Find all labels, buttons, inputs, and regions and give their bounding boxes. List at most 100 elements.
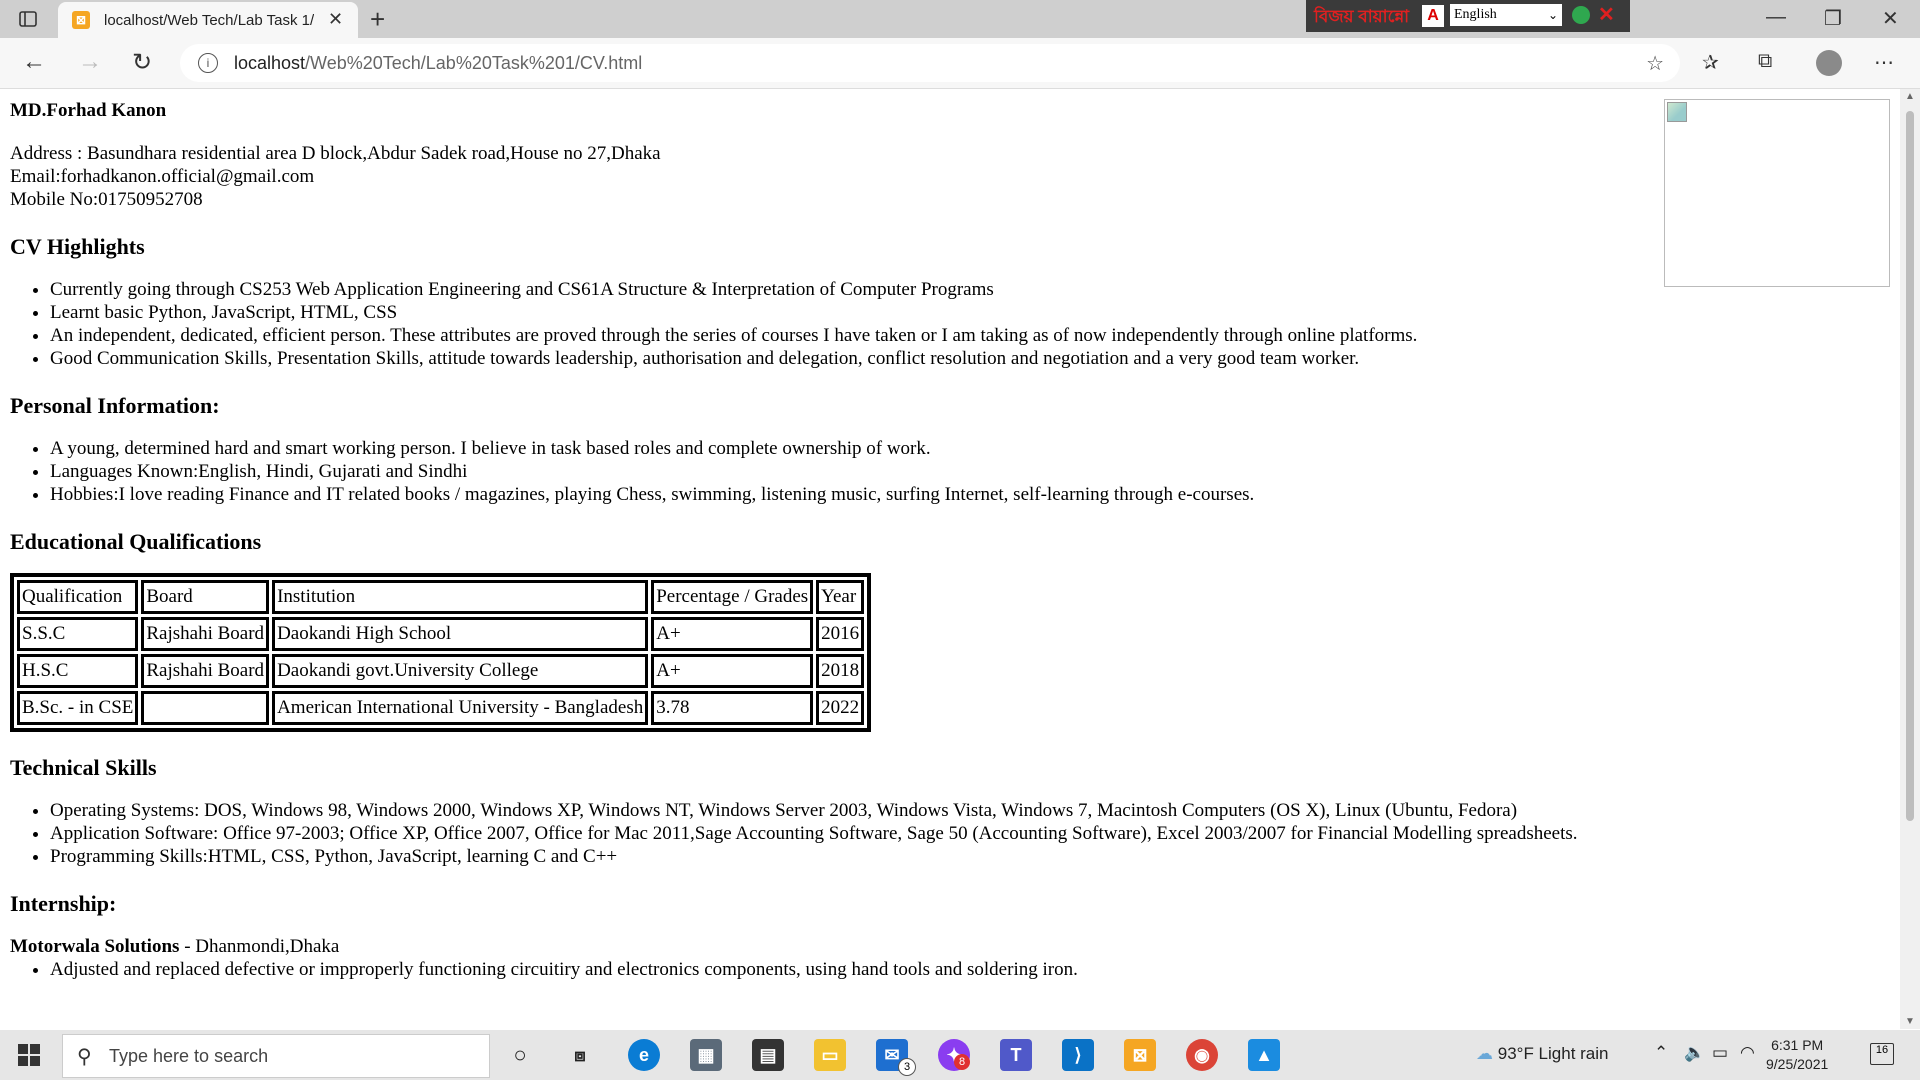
ime-ok-icon[interactable] <box>1572 6 1590 24</box>
education-heading: Educational Qualifications <box>10 529 262 554</box>
personal-heading: Personal Information: <box>10 393 220 418</box>
scroll-down-icon[interactable]: ▼ <box>1905 1016 1915 1027</box>
forward-arrow-icon[interactable]: → <box>78 48 102 76</box>
battery-icon[interactable]: ▭ <box>1712 1043 1728 1063</box>
table-cell: A+ <box>651 654 814 688</box>
table-row: B.Sc. - in CSE American International Un… <box>17 691 865 725</box>
table-cell: Rajshahi Board <box>141 654 270 688</box>
edge-browser-icon[interactable]: e <box>628 1039 660 1071</box>
profile-photo <box>1664 99 1890 287</box>
url-path: /Web%20Tech/Lab%20Task%201/CV.html <box>305 53 643 73</box>
tab-title: localhost/Web Tech/Lab Task 1/CV.html <box>104 12 314 29</box>
ime-brand[interactable]: বিজয় বায়ান্নো <box>1314 4 1409 32</box>
system-clock[interactable]: 6:31 PM 9/25/2021 <box>1766 1036 1828 1074</box>
table-header-cell: Percentage / Grades <box>651 580 814 614</box>
internship-heading: Internship: <box>10 891 117 916</box>
ime-logo-icon[interactable]: A <box>1422 5 1444 27</box>
photos-icon[interactable]: ▲ <box>1248 1039 1280 1071</box>
ime-close-icon[interactable]: ✕ <box>1598 2 1615 27</box>
chevron-down-icon: ⌄ <box>1547 8 1558 22</box>
list-item: An independent, dedicated, efficient per… <box>50 324 1650 347</box>
table-header-cell: Board <box>141 580 270 614</box>
table-cell: Rajshahi Board <box>141 617 270 651</box>
cloud-rain-icon: ☁ <box>1476 1044 1493 1063</box>
weather-text: 93°F Light rain <box>1497 1044 1609 1063</box>
more-options-icon[interactable]: ⋯ <box>1874 50 1894 75</box>
internship-company: Motorwala Solutions <box>10 936 180 957</box>
xampp-icon[interactable]: ⊠ <box>1124 1039 1156 1071</box>
ime-language-select[interactable]: English ⌄ <box>1450 4 1562 26</box>
url-text[interactable]: localhost/Web%20Tech/Lab%20Task%201/CV.h… <box>234 53 642 74</box>
minimize-icon[interactable]: — <box>1766 6 1786 29</box>
browser-tab[interactable]: ⊠ localhost/Web Tech/Lab Task 1/CV.html … <box>58 2 358 38</box>
chevron-up-icon[interactable]: ⌃ <box>1654 1043 1668 1063</box>
store-icon[interactable]: ▤ <box>752 1039 784 1071</box>
internship-company-line: Motorwala Solutions - Dhanmondi,Dhaka <box>10 935 1650 958</box>
list-item: Operating Systems: DOS, Windows 98, Wind… <box>50 799 1900 822</box>
windows-start-icon[interactable] <box>18 1044 40 1066</box>
weather-widget[interactable]: ☁ 93°F Light rain <box>1476 1044 1608 1064</box>
technical-heading: Technical Skills <box>10 755 157 780</box>
table-header-cell: Institution <box>272 580 649 614</box>
favorites-icon[interactable]: ✰ <box>1702 50 1719 75</box>
scroll-up-icon[interactable]: ▲ <box>1905 91 1915 102</box>
vertical-scrollbar[interactable]: ▲ ▼ <box>1900 89 1920 1029</box>
education-table: Qualification Board Institution Percenta… <box>10 573 872 732</box>
app-badge: 8 <box>954 1054 970 1070</box>
collections-icon[interactable]: ⧉ <box>1758 50 1772 73</box>
table-cell: 3.78 <box>651 691 814 725</box>
close-tab-icon[interactable]: ✕ <box>328 9 343 30</box>
teams-icon[interactable]: T <box>1000 1039 1032 1071</box>
table-cell: Daokandi govt.University College <box>272 654 649 688</box>
url-host: localhost <box>234 53 306 73</box>
site-info-icon[interactable]: i <box>198 53 218 73</box>
page-viewport: MD.Forhad Kanon Address : Basundhara res… <box>0 89 1900 1029</box>
table-header-row: Qualification Board Institution Percenta… <box>17 580 865 614</box>
highlights-list: Currently going through CS253 Web Applic… <box>10 278 1650 370</box>
new-tab-icon[interactable]: + <box>370 4 385 35</box>
clock-time: 6:31 PM <box>1771 1037 1824 1053</box>
wifi-icon[interactable]: ◠ <box>1740 1043 1755 1063</box>
table-cell <box>141 691 270 725</box>
cortana-icon[interactable]: ○ <box>504 1039 536 1071</box>
broken-image-icon <box>1667 102 1687 122</box>
add-favorite-icon[interactable]: ☆ <box>1646 51 1664 76</box>
profile-avatar[interactable] <box>1816 50 1842 76</box>
chrome-icon[interactable]: ◉ <box>1186 1039 1218 1071</box>
restore-icon[interactable]: ❐ <box>1824 6 1842 31</box>
list-item: Application Software: Office 97-2003; Of… <box>50 822 1900 845</box>
ime-language-value: English <box>1454 7 1497 22</box>
back-arrow-icon[interactable]: ← <box>22 48 46 76</box>
cv-name: MD.Forhad Kanon <box>10 100 167 121</box>
close-window-icon[interactable]: ✕ <box>1882 6 1899 31</box>
table-cell: 2018 <box>816 654 865 688</box>
highlights-heading: CV Highlights <box>10 234 145 259</box>
list-item: Programming Skills:HTML, CSS, Python, Ja… <box>50 845 1900 868</box>
taskbar-search-box[interactable]: ⚲ Type here to search <box>62 1034 490 1078</box>
ime-toolbar: বিজয় বায়ান্নো A English ⌄ ✕ <box>1306 0 1630 32</box>
refresh-icon[interactable]: ↻ <box>132 48 152 77</box>
tab-strip: ⊠ localhost/Web Tech/Lab Task 1/CV.html … <box>0 0 1920 38</box>
list-item: Good Communication Skills, Presentation … <box>50 347 1650 370</box>
table-cell: Daokandi High School <box>272 617 649 651</box>
volume-icon[interactable]: 🔈 <box>1684 1043 1705 1063</box>
internship-list: Adjusted and replaced defective or imppr… <box>10 958 1650 981</box>
address-bar[interactable]: i localhost/Web%20Tech/Lab%20Task%201/CV… <box>180 44 1680 82</box>
tab-actions-icon[interactable] <box>18 9 38 29</box>
task-view-icon[interactable]: ⧈ <box>564 1039 596 1071</box>
list-item: Currently going through CS253 Web Applic… <box>50 278 1650 301</box>
calculator-icon[interactable]: ▦ <box>690 1039 722 1071</box>
address-toolbar: ← → ↻ i localhost/Web%20Tech/Lab%20Task%… <box>0 38 1920 89</box>
scrollbar-thumb[interactable] <box>1906 111 1914 821</box>
table-cell: A+ <box>651 617 814 651</box>
personal-list: A young, determined hard and smart worki… <box>10 437 1650 506</box>
list-item: Languages Known:English, Hindi, Gujarati… <box>50 460 1650 483</box>
technical-list: Operating Systems: DOS, Windows 98, Wind… <box>10 799 1900 868</box>
vscode-icon[interactable]: ⟩ <box>1062 1039 1094 1071</box>
table-header-cell: Qualification <box>17 580 139 614</box>
table-header-cell: Year <box>816 580 865 614</box>
search-icon: ⚲ <box>77 1046 92 1068</box>
file-explorer-icon[interactable]: ▭ <box>814 1039 846 1071</box>
notification-center-icon[interactable]: 16 <box>1870 1043 1894 1065</box>
table-cell: H.S.C <box>17 654 139 688</box>
